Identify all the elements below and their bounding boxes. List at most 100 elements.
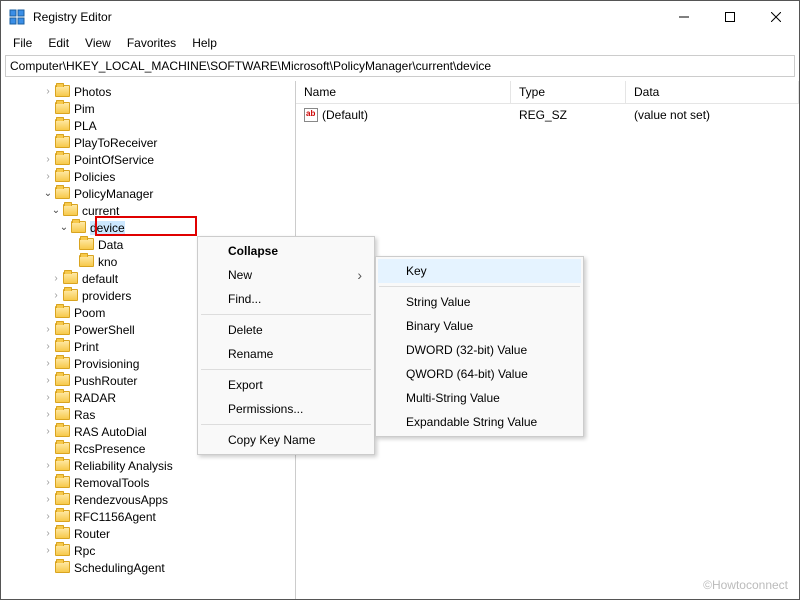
tree-item[interactable]: Pim xyxy=(1,100,295,117)
chevron-icon[interactable]: › xyxy=(41,86,55,97)
folder-icon xyxy=(55,340,71,354)
ctx-new-dword[interactable]: DWORD (32-bit) Value xyxy=(378,338,581,362)
tree-label: PointOfService xyxy=(74,153,154,167)
chevron-icon[interactable]: › xyxy=(41,511,55,522)
maximize-button[interactable] xyxy=(707,1,753,33)
folder-icon xyxy=(55,391,71,405)
tree-item[interactable]: ›Router xyxy=(1,525,295,542)
menu-edit[interactable]: Edit xyxy=(40,34,77,52)
menu-view[interactable]: View xyxy=(77,34,119,52)
ctx-new-binary[interactable]: Binary Value xyxy=(378,314,581,338)
tree-label: RFC1156Agent xyxy=(74,510,156,524)
tree-item[interactable]: › Policies xyxy=(1,168,295,185)
tree-item[interactable]: › Rpc xyxy=(1,542,295,559)
chevron-icon[interactable]: › xyxy=(41,494,55,505)
tree-label: Pim xyxy=(74,102,95,116)
ctx-permissions[interactable]: Permissions... xyxy=(200,397,372,421)
chevron-icon[interactable]: › xyxy=(41,324,55,335)
chevron-icon[interactable]: › xyxy=(41,528,55,539)
folder-icon xyxy=(55,85,71,99)
tree-label: Ras xyxy=(74,408,95,422)
tree-label: RemovalTools xyxy=(74,476,149,490)
folder-icon xyxy=(55,561,71,575)
chevron-icon[interactable]: › xyxy=(41,375,55,386)
tree-item[interactable]: ⌄device xyxy=(1,219,295,236)
address-bar[interactable]: Computer\HKEY_LOCAL_MACHINE\SOFTWARE\Mic… xyxy=(5,55,795,77)
chevron-icon[interactable]: › xyxy=(41,154,55,165)
folder-icon xyxy=(55,459,71,473)
address-path: Computer\HKEY_LOCAL_MACHINE\SOFTWARE\Mic… xyxy=(10,59,491,73)
ctx-new-string[interactable]: String Value xyxy=(378,290,581,314)
chevron-icon[interactable]: › xyxy=(41,477,55,488)
tree-item[interactable]: ›RendezvousApps xyxy=(1,491,295,508)
tree-item[interactable]: SchedulingAgent xyxy=(1,559,295,576)
ctx-rename[interactable]: Rename xyxy=(200,342,372,366)
tree-item[interactable]: › PointOfService xyxy=(1,151,295,168)
ctx-new-expandable[interactable]: Expandable String Value xyxy=(378,410,581,434)
tree-item[interactable]: PlayToReceiver xyxy=(1,134,295,151)
tree-item[interactable]: ›Photos xyxy=(1,83,295,100)
menu-help[interactable]: Help xyxy=(184,34,225,52)
chevron-icon[interactable]: › xyxy=(41,171,55,182)
minimize-button[interactable] xyxy=(661,1,707,33)
chevron-icon[interactable]: ⌄ xyxy=(41,188,55,199)
tree-label: Poom xyxy=(74,306,105,320)
chevron-icon[interactable]: › xyxy=(41,392,55,403)
tree-label: RADAR xyxy=(74,391,116,405)
folder-icon xyxy=(55,119,71,133)
folder-icon xyxy=(55,306,71,320)
tree-item[interactable]: ⌄PolicyManager xyxy=(1,185,295,202)
ctx-new-multistring[interactable]: Multi-String Value xyxy=(378,386,581,410)
chevron-icon[interactable]: › xyxy=(49,273,63,284)
menu-favorites[interactable]: Favorites xyxy=(119,34,184,52)
chevron-icon[interactable]: ⌄ xyxy=(49,205,63,216)
tree-item[interactable]: PLA xyxy=(1,117,295,134)
folder-icon xyxy=(55,476,71,490)
folder-icon xyxy=(79,238,95,252)
ctx-delete[interactable]: Delete xyxy=(200,318,372,342)
chevron-icon[interactable]: ⌄ xyxy=(57,222,71,233)
tree-item[interactable]: › RemovalTools xyxy=(1,474,295,491)
tree-item[interactable]: ⌄ current xyxy=(1,202,295,219)
tree-label: Print xyxy=(74,340,99,354)
tree-label: RAS AutoDial xyxy=(74,425,147,439)
tree-item[interactable]: ›Reliability Analysis xyxy=(1,457,295,474)
folder-icon xyxy=(55,102,71,116)
chevron-icon[interactable]: › xyxy=(41,409,55,420)
ctx-copy-key-name[interactable]: Copy Key Name xyxy=(200,428,372,452)
ctx-find[interactable]: Find... xyxy=(200,287,372,311)
chevron-icon[interactable]: › xyxy=(49,290,63,301)
folder-icon xyxy=(55,153,71,167)
chevron-icon[interactable]: › xyxy=(41,426,55,437)
close-button[interactable] xyxy=(753,1,799,33)
chevron-icon[interactable]: › xyxy=(41,460,55,471)
watermark: ©Howtoconnect xyxy=(703,578,788,592)
separator xyxy=(201,314,371,315)
tree-item[interactable]: › RFC1156Agent xyxy=(1,508,295,525)
folder-icon xyxy=(63,272,79,286)
chevron-icon[interactable]: › xyxy=(41,341,55,352)
value-name: (Default) xyxy=(322,108,368,122)
list-row[interactable]: ab (Default) REG_SZ (value not set) xyxy=(296,104,799,126)
chevron-icon[interactable]: › xyxy=(41,545,55,556)
folder-icon xyxy=(55,136,71,150)
folder-icon xyxy=(55,510,71,524)
folder-icon xyxy=(55,170,71,184)
tree-label: Policies xyxy=(74,170,115,184)
col-name[interactable]: Name xyxy=(296,81,511,103)
menu-file[interactable]: File xyxy=(5,34,40,52)
tree-label: Rpc xyxy=(74,544,95,558)
ctx-new-key[interactable]: Key xyxy=(378,259,581,283)
chevron-icon[interactable]: › xyxy=(41,358,55,369)
value-data: (value not set) xyxy=(626,106,799,124)
ctx-collapse[interactable]: Collapse xyxy=(200,239,372,263)
titlebar: Registry Editor xyxy=(1,1,799,33)
tree-label: current xyxy=(82,204,119,218)
ctx-new-qword[interactable]: QWORD (64-bit) Value xyxy=(378,362,581,386)
folder-icon xyxy=(55,527,71,541)
ctx-new[interactable]: New xyxy=(200,263,372,287)
ctx-export[interactable]: Export xyxy=(200,373,372,397)
tree-label: PowerShell xyxy=(74,323,135,337)
col-data[interactable]: Data xyxy=(626,81,799,103)
col-type[interactable]: Type xyxy=(511,81,626,103)
